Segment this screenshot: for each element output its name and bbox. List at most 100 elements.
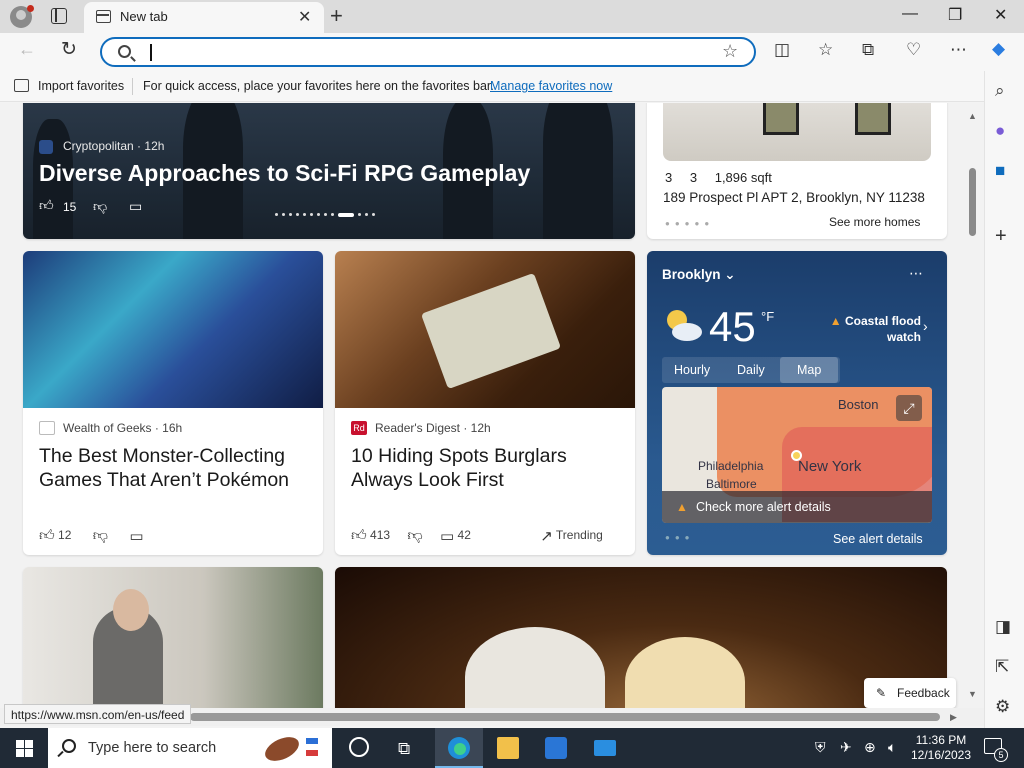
comment-icon[interactable]: ▭ — [440, 528, 454, 545]
search-icon — [62, 739, 76, 753]
article-title[interactable]: The Best Monster-Collecting Games That A… — [39, 444, 309, 492]
minimize-icon[interactable]: — — [902, 5, 918, 23]
task-view-icon[interactable]: ⧉ — [398, 739, 410, 759]
hide-sidebar-icon[interactable]: ◨ — [995, 617, 1011, 637]
microsoft-store-icon[interactable] — [545, 737, 567, 759]
weather-alert-map[interactable]: Boston Philadelphia New York Baltimore ⤢… — [662, 387, 932, 523]
search-highlight-football-icon — [265, 737, 318, 761]
home-stats: 3 3 1,896 sqft — [665, 170, 786, 185]
cortana-icon[interactable] — [349, 737, 369, 757]
hero-article-card[interactable]: Cryptopolitan · 12h Diverse Approaches t… — [23, 103, 635, 239]
title-bar: New tab ✕ + — ❐ ✕ — [0, 0, 1024, 33]
article-image — [335, 251, 635, 408]
copilot-icon[interactable]: ◆ — [992, 39, 1005, 59]
import-favorites-button[interactable]: Import favorites — [38, 79, 124, 93]
add-sidebar-app-icon[interactable]: + — [995, 225, 1007, 248]
vertical-scrollbar[interactable]: ▲ ▼ — [966, 103, 980, 708]
navigation-bar: ← ↻ ☆ ◫ ☆ ⧉ ♡ ⋯ ◆ — [0, 33, 1024, 71]
scroll-down-arrow-icon[interactable]: ▼ — [968, 689, 977, 699]
system-clock[interactable]: 11:36 PM 12/16/2023 — [910, 733, 972, 763]
tab-map[interactable]: Map — [797, 363, 821, 377]
taskbar-search-box[interactable]: Type here to search — [48, 728, 332, 768]
mail-icon[interactable] — [594, 740, 616, 756]
weather-card[interactable]: Brooklyn ⌄ ⋯ 45 °F ▲ Coastal flood watch… — [647, 251, 947, 555]
weather-more-icon[interactable]: ⋯ — [909, 265, 923, 282]
volume-muted-icon[interactable]: 🔈︎ — [888, 739, 896, 756]
back-arrow-icon[interactable]: ← — [18, 39, 36, 60]
square-feet: 1,896 sqft — [714, 170, 772, 185]
check-alert-details-button[interactable]: ▲ Check more alert details — [662, 491, 932, 523]
expand-map-icon[interactable]: ⤢ — [896, 395, 922, 421]
home-photo-window — [855, 103, 891, 135]
address-bar[interactable]: ☆ — [100, 37, 756, 67]
home-photo — [663, 103, 931, 161]
split-screen-icon[interactable]: ◫ — [774, 40, 790, 60]
new-tab-plus-icon[interactable]: + — [330, 3, 343, 29]
weather-alert[interactable]: ▲ Coastal flood watch — [827, 313, 921, 345]
like-icon[interactable]: 👍︎ — [39, 527, 55, 544]
dislike-icon[interactable]: 👎︎ — [407, 527, 422, 544]
partly-cloudy-night-icon — [667, 310, 702, 341]
close-tab-icon[interactable]: ✕ — [298, 7, 311, 27]
vertical-scroll-thumb[interactable] — [969, 168, 976, 236]
restore-icon[interactable]: ❐ — [948, 5, 962, 25]
globe-language-icon[interactable]: ⊕ — [864, 739, 876, 756]
horizontal-scroll-thumb[interactable] — [190, 713, 940, 721]
tab-daily[interactable]: Daily — [737, 363, 765, 377]
article-title[interactable]: 10 Hiding Spots Burglars Always Look Fir… — [351, 444, 621, 492]
dislike-icon[interactable]: 👎︎ — [93, 527, 108, 544]
tab-hourly[interactable]: Hourly — [674, 363, 710, 377]
home-carousel-pager[interactable]: ●●●●● — [665, 219, 714, 228]
like-icon[interactable]: 👍︎ — [39, 197, 54, 214]
see-alert-details-button[interactable]: See alert details — [833, 532, 923, 546]
see-more-homes-button[interactable]: See more homes — [829, 215, 920, 229]
like-count: 413 — [370, 528, 391, 543]
edge-taskbar-button[interactable] — [435, 728, 483, 768]
banknotes-picture — [420, 272, 562, 390]
tab-title: New tab — [120, 9, 168, 24]
open-external-icon[interactable]: ⇱ — [995, 657, 1009, 677]
outlook-icon[interactable]: ■ — [995, 161, 1005, 181]
comment-icon[interactable]: ▭ — [129, 528, 143, 545]
sidebar-copilot-icon[interactable]: ● — [995, 121, 1005, 141]
windows-taskbar: Type here to search ⧉ ⛨ ✈ ⊕ 🔈︎ 11:36 PM … — [0, 728, 1024, 768]
add-favorite-star-icon[interactable]: ☆ — [722, 41, 738, 62]
person-head — [113, 589, 149, 631]
article-card[interactable] — [335, 567, 947, 708]
collections-icon[interactable]: ⧉ — [862, 40, 874, 60]
address-input[interactable] — [154, 42, 714, 62]
file-explorer-icon[interactable] — [497, 737, 519, 759]
shield-tray-icon[interactable]: ⛨ — [815, 739, 826, 756]
article-card[interactable] — [23, 567, 323, 708]
close-window-icon[interactable]: ✕ — [994, 5, 1007, 25]
article-card[interactable]: Rd Reader's Digest · 12h 10 Hiding Spots… — [335, 251, 635, 555]
scroll-right-arrow-icon[interactable]: ▶ — [950, 712, 957, 723]
article-card[interactable]: Wealth of Geeks · 16h The Best Monster-C… — [23, 251, 323, 555]
dislike-icon[interactable]: 👎︎ — [93, 198, 107, 215]
notification-count-badge: 5 — [994, 748, 1008, 762]
manage-favorites-link[interactable]: Manage favorites now — [490, 79, 612, 93]
feedback-button[interactable]: ✎ Feedback — [864, 678, 956, 708]
comment-icon[interactable]: ▭ — [129, 198, 142, 215]
clock-date: 12/16/2023 — [910, 748, 972, 762]
carousel-pager[interactable] — [273, 206, 377, 224]
refresh-icon[interactable]: ↻ — [61, 38, 77, 61]
network-disconnected-icon[interactable]: ✈ — [840, 739, 852, 756]
scroll-up-arrow-icon[interactable]: ▲ — [968, 111, 977, 121]
chevron-right-icon[interactable]: › — [923, 318, 928, 334]
tab-actions-icon[interactable] — [51, 8, 67, 24]
weather-city-selector[interactable]: Brooklyn ⌄ — [662, 267, 736, 283]
hero-title[interactable]: Diverse Approaches to Sci-Fi RPG Gamepla… — [39, 160, 530, 187]
tab-new-tab[interactable]: New tab ✕ — [84, 2, 324, 33]
sidebar-settings-gear-icon[interactable]: ⚙ — [995, 697, 1010, 717]
hair-figure — [625, 637, 745, 708]
home-listing-card[interactable]: 3 3 1,896 sqft 189 Prospect Pl APT 2, Br… — [647, 103, 947, 239]
temperature: 45 — [709, 303, 756, 350]
like-icon[interactable]: 👍︎ — [351, 527, 367, 544]
more-menu-icon[interactable]: ⋯ — [950, 40, 967, 60]
favorites-icon[interactable]: ☆ — [818, 40, 833, 60]
sidebar-search-icon[interactable]: ⌕ — [995, 81, 1005, 101]
browser-essentials-icon[interactable]: ♡ — [906, 40, 921, 60]
windows-start-icon[interactable] — [16, 740, 33, 757]
weather-carousel-pager[interactable]: ●●● — [665, 533, 695, 542]
